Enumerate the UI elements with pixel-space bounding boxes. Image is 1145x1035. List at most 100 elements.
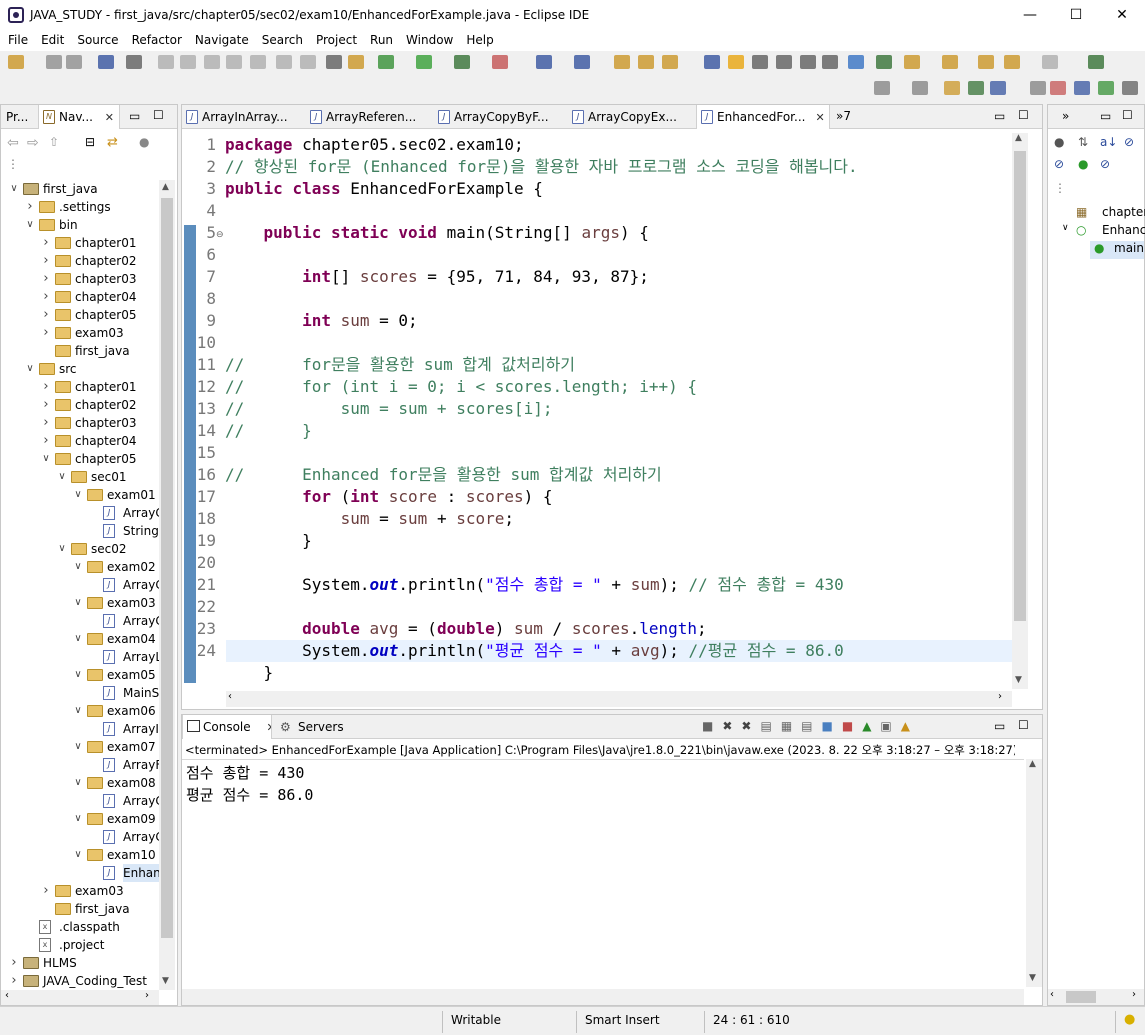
tree-item-folder[interactable]: ∨ exam07 — [1, 738, 159, 756]
outline-item-method[interactable]: ● main — [1090, 241, 1144, 259]
code-line[interactable]: } — [225, 530, 312, 552]
editor-tab[interactable]: J ArrayReferen... — [306, 105, 426, 129]
menu-search[interactable]: Search — [254, 31, 308, 47]
code-line[interactable]: // 향상된 for문 (Enhanced for문)을 활용한 자바 프로그램… — [225, 156, 858, 178]
sort-icon[interactable]: ⇅ — [1078, 135, 1088, 149]
status-insert-mode[interactable]: Smart Insert — [585, 1013, 660, 1027]
code-line[interactable]: System.out.println("점수 총합 = " + sum); //… — [225, 574, 844, 596]
tree-item-java-file[interactable]: J MainS — [1, 684, 159, 702]
menu-navigate[interactable]: Navigate — [187, 31, 254, 47]
open-task-icon[interactable] — [638, 55, 654, 69]
tree-item-folder[interactable]: › chapter02 — [1, 252, 159, 270]
scroll-thumb[interactable] — [161, 198, 173, 938]
collapse-icon[interactable]: ● — [1054, 135, 1064, 149]
console-horizontal-scrollbar[interactable] — [182, 989, 1024, 1005]
tree-item-folder[interactable]: › JAVA_Coding_Test — [1, 972, 159, 990]
twisty-closed-icon[interactable]: › — [9, 972, 19, 990]
tab-servers[interactable]: ⚙ Servers — [278, 715, 348, 739]
debug-perspective-icon[interactable] — [968, 81, 984, 95]
book-perspective-icon[interactable] — [1098, 81, 1114, 95]
tab-navigator[interactable]: N Nav... ✕ — [38, 105, 120, 129]
scroll-left-icon[interactable]: ‹ — [1050, 989, 1054, 1000]
code-line[interactable]: // } — [225, 420, 312, 442]
tree-item-folder[interactable]: › chapter02 — [1, 396, 159, 414]
debug-icon[interactable] — [378, 55, 394, 69]
twisty-open-icon[interactable]: ∨ — [73, 666, 83, 684]
tree-item-folder[interactable]: first_java — [1, 342, 159, 360]
last-edit-icon[interactable] — [978, 55, 994, 69]
menu-help[interactable]: Help — [458, 31, 498, 47]
scroll-up-icon[interactable]: ▲ — [1015, 133, 1022, 143]
twisty-open-icon[interactable]: ∨ — [25, 360, 35, 378]
tree-item-folder[interactable]: ∨ exam05 — [1, 666, 159, 684]
perspective-icon[interactable] — [912, 81, 928, 95]
twisty-closed-icon[interactable]: › — [41, 432, 51, 450]
forward-icon[interactable]: ⇨ — [27, 135, 39, 151]
twisty-open-icon[interactable]: ∨ — [9, 180, 19, 198]
new-window-icon[interactable] — [1088, 55, 1104, 69]
external-tools-icon[interactable] — [492, 55, 508, 69]
tree-item-folder[interactable]: ∨ exam04 — [1, 630, 159, 648]
code-line[interactable]: double avg = (double) sum / scores.lengt… — [225, 618, 707, 640]
show-on-output-icon[interactable]: ■ — [822, 719, 842, 733]
mark-occurrences-icon[interactable] — [704, 55, 720, 69]
step-into-icon[interactable] — [250, 55, 266, 69]
twisty-open-icon[interactable]: ∨ — [57, 468, 67, 486]
maximize-view-icon[interactable]: ☐ — [1018, 108, 1029, 122]
disconnect-icon[interactable] — [226, 55, 242, 69]
twisty-open-icon[interactable]: ∨ — [73, 846, 83, 864]
close-icon[interactable]: ✕ — [266, 721, 271, 734]
tree-item-java-file[interactable]: J ArrayL — [1, 648, 159, 666]
link-with-editor-icon[interactable]: ⇄ — [107, 135, 118, 150]
editor-tab[interactable]: J EnhancedFor... ✕ — [696, 105, 830, 129]
remove-launch-icon[interactable]: ✖ — [722, 719, 741, 733]
twisty-open-icon[interactable]: ∨ — [73, 810, 83, 828]
code-line[interactable]: // sum = sum + scores[i]; — [225, 398, 553, 420]
twisty-closed-icon[interactable]: › — [41, 252, 51, 270]
step-over-icon[interactable] — [276, 55, 292, 69]
twisty-open-icon[interactable]: ∨ — [25, 216, 35, 234]
run-last-icon[interactable] — [876, 55, 892, 69]
twisty-open-icon[interactable]: ∨ — [73, 558, 83, 576]
show-on-error-icon[interactable]: ■ — [842, 719, 862, 733]
code-line[interactable]: public static void main(String[] args) { — [225, 222, 649, 244]
coverage-icon[interactable] — [454, 55, 470, 69]
word-wrap-icon[interactable]: ▤ — [801, 719, 821, 733]
editor-tab[interactable]: J ArrayInArray... — [182, 105, 302, 129]
tree-item-java-file[interactable]: J ArrayC — [1, 792, 159, 810]
globe-icon[interactable] — [848, 55, 864, 69]
tree-item-folder[interactable]: › chapter01 — [1, 234, 159, 252]
hide-fields-icon[interactable]: ⊘ — [1124, 135, 1134, 149]
code-line[interactable]: package chapter05.sec02.exam10; — [225, 134, 524, 156]
twisty-closed-icon[interactable]: › — [41, 234, 51, 252]
tree-item-java-file[interactable]: J ArrayF — [1, 756, 159, 774]
twisty-open-icon[interactable]: ∨ — [41, 450, 51, 468]
use-step-filters-icon[interactable] — [348, 55, 364, 69]
display-console-icon[interactable]: ▣ — [880, 719, 900, 733]
stop-icon[interactable] — [204, 55, 220, 69]
tree-item-folder[interactable]: › HLMS — [1, 954, 159, 972]
tree-item-folder[interactable]: ∨ sec01 — [1, 468, 159, 486]
minimize-view-icon[interactable]: ▭ — [129, 109, 140, 123]
scroll-left-icon[interactable]: ‹ — [5, 990, 9, 1001]
forward-nav-icon[interactable] — [1042, 55, 1058, 69]
console-vertical-scrollbar[interactable]: ▲ ▼ — [1026, 759, 1042, 987]
close-icon[interactable]: ✕ — [105, 111, 114, 124]
scroll-left-icon[interactable]: ‹ — [228, 691, 232, 702]
menu-refactor[interactable]: Refactor — [124, 31, 187, 47]
tree-item-java-file[interactable]: J ArrayC — [1, 828, 159, 846]
outline-horizontal-scrollbar[interactable]: ‹ › — [1048, 989, 1144, 1005]
scroll-down-icon[interactable]: ▼ — [162, 976, 169, 986]
new-java-project-icon[interactable] — [536, 55, 552, 69]
up-icon[interactable]: ⇧ — [49, 135, 59, 149]
code-line[interactable]: sum = sum + score; — [225, 508, 514, 530]
close-icon[interactable]: ✕ — [815, 111, 824, 124]
twisty-closed-icon[interactable]: › — [41, 396, 51, 414]
tree-item-folder[interactable]: ∨ exam10 — [1, 846, 159, 864]
tree-item-folder[interactable]: › chapter04 — [1, 432, 159, 450]
code-line[interactable]: for (int score : scores) { — [225, 486, 553, 508]
scroll-thumb[interactable] — [1066, 991, 1096, 1003]
run-icon[interactable] — [416, 55, 432, 69]
terminate-icon[interactable]: ■ — [702, 719, 722, 733]
tab-project-explorer[interactable]: Pr... — [1, 105, 37, 129]
